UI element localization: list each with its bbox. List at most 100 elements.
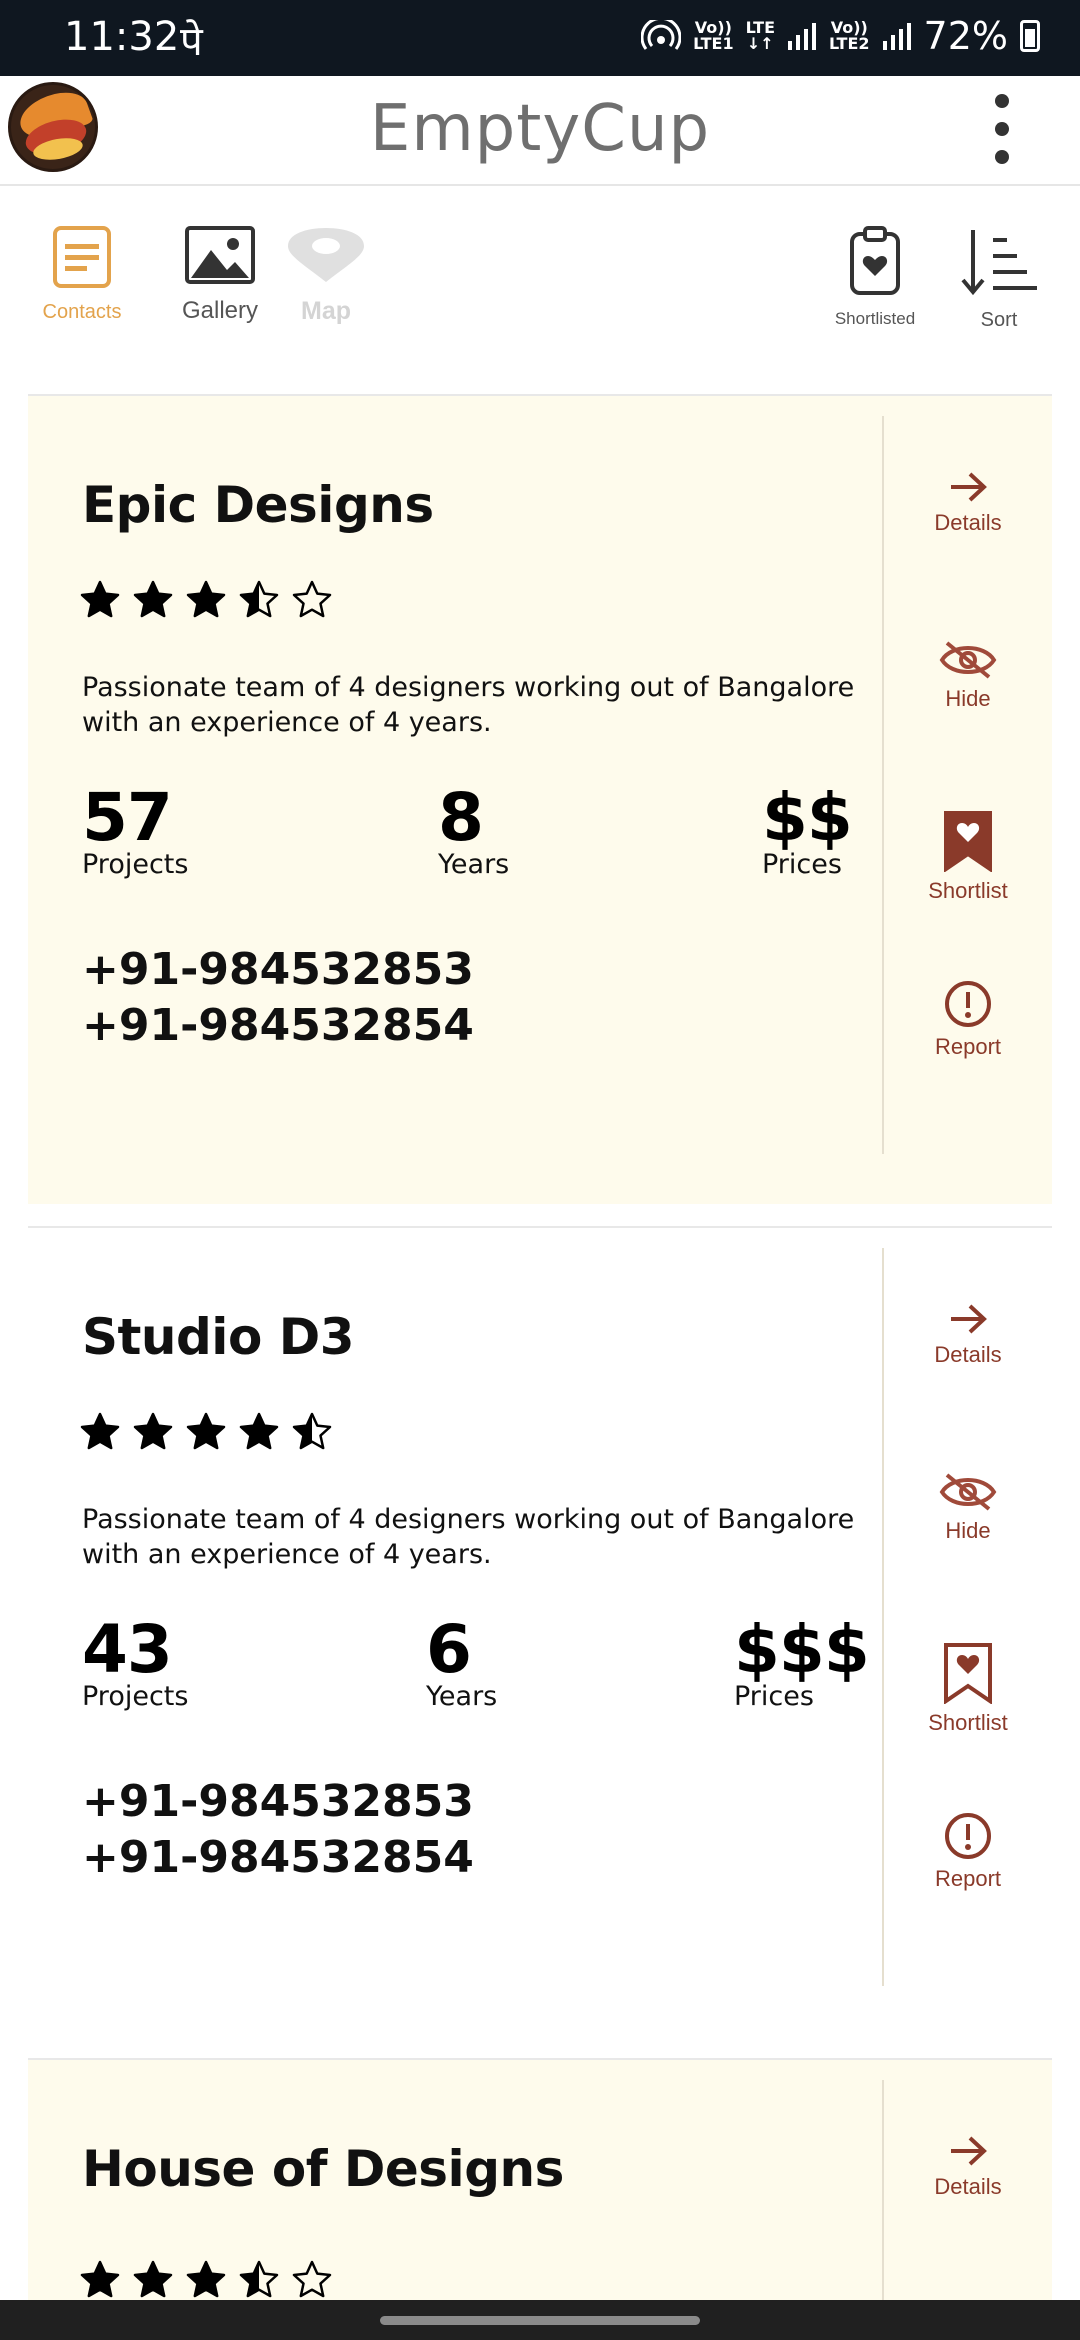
system-nav-bar xyxy=(0,2300,1080,2340)
tab-map[interactable]: Map xyxy=(276,226,376,326)
shortlist-label: Shortlist xyxy=(928,878,1008,903)
years-stat: 6 Years xyxy=(426,1611,498,1712)
sim1-network-label: Vo)) LTE1 xyxy=(693,18,734,53)
sim2-network-label: Vo)) LTE2 xyxy=(829,18,870,53)
rating-stars xyxy=(80,580,332,618)
star-filled-icon xyxy=(186,580,226,618)
tab-shortlisted[interactable]: Shortlisted xyxy=(820,226,930,329)
alert-circle-icon xyxy=(945,981,991,1027)
star-filled-icon xyxy=(80,580,120,618)
eye-off-icon xyxy=(939,1473,997,1511)
view-toolbar: Contacts Gallery Map Shortlisted Sort xyxy=(0,188,1080,394)
tab-contacts-label: Contacts xyxy=(42,301,122,323)
star-filled-icon xyxy=(133,580,173,618)
bookmark-heart-icon xyxy=(944,811,992,872)
eye-off-icon xyxy=(939,641,997,679)
rating-stars xyxy=(80,2260,332,2298)
battery-percent: 72% xyxy=(923,14,1008,58)
home-gesture-handle[interactable] xyxy=(380,2316,700,2325)
tab-map-label: Map xyxy=(301,297,351,325)
app-header: EmptyCup xyxy=(0,76,1080,186)
details-button[interactable]: Details xyxy=(884,1302,1052,1368)
designer-name: House of Designs xyxy=(82,2140,564,2198)
star-filled-icon xyxy=(133,2260,173,2298)
tab-gallery[interactable]: Gallery xyxy=(158,226,282,325)
more-vertical-icon[interactable] xyxy=(990,94,1014,164)
star-half-icon xyxy=(239,2260,279,2298)
status-bar: 11:32 पे Vo)) LTE1 LTE ↓↑ Vo)) LTE2 72% xyxy=(0,0,1080,76)
star-filled-icon xyxy=(186,2260,226,2298)
projects-count: 43 xyxy=(82,1611,173,1688)
phone-number[interactable]: +91-984532854 xyxy=(82,1830,474,1886)
status-notification-glyph: पे xyxy=(180,19,203,65)
star-filled-icon xyxy=(186,1412,226,1450)
prices-stat: $$ Prices xyxy=(762,779,853,880)
star-half-icon xyxy=(292,1412,332,1450)
star-filled-icon xyxy=(133,1412,173,1450)
bookmark-heart-icon xyxy=(944,1643,992,1704)
app-title: EmptyCup xyxy=(369,92,711,166)
alert-circle-icon xyxy=(945,1813,991,1859)
phone-number[interactable]: +91-984532854 xyxy=(82,998,474,1054)
lte-label: LTE ↓↑ xyxy=(745,18,775,53)
projects-label: Projects xyxy=(82,849,189,880)
contacts-icon xyxy=(53,226,111,288)
designer-card: Epic Designs Passionate team of 4 design… xyxy=(28,396,1052,1204)
details-label: Details xyxy=(934,510,1002,535)
details-button[interactable]: Details xyxy=(884,2134,1052,2200)
arrow-right-icon xyxy=(951,2136,987,2166)
shortlist-label: Shortlist xyxy=(928,1710,1008,1735)
hide-button[interactable]: Hide xyxy=(884,1472,1052,1544)
years-count: 6 xyxy=(426,1611,472,1688)
years-label: Years xyxy=(426,1681,498,1712)
gallery-icon xyxy=(185,226,255,284)
prices-stat: $$$ Prices xyxy=(734,1611,870,1712)
phone-numbers: +91-984532853 +91-984532854 xyxy=(82,942,474,1054)
designer-description: Passionate team of 4 designers working o… xyxy=(82,672,855,738)
star-filled-icon xyxy=(239,1412,279,1450)
shortlist-button[interactable]: Shortlist xyxy=(884,1642,1052,1736)
tab-gallery-label: Gallery xyxy=(181,297,259,324)
prices-label: Prices xyxy=(762,849,842,880)
phone-number[interactable]: +91-984532853 xyxy=(82,942,474,998)
details-button[interactable]: Details xyxy=(884,470,1052,536)
prices-level: $$$ xyxy=(734,1611,870,1688)
map-pin-icon xyxy=(288,228,364,282)
designer-card: House of Designs Details xyxy=(28,2060,1052,2300)
designer-name: Epic Designs xyxy=(82,476,434,534)
details-label: Details xyxy=(934,2174,1002,2199)
signal-icon-2 xyxy=(882,23,911,50)
sort-icon xyxy=(961,230,1037,296)
shortlist-button[interactable]: Shortlist xyxy=(884,810,1052,904)
projects-count: 57 xyxy=(82,779,173,856)
star-filled-icon xyxy=(80,1412,120,1450)
years-label: Years xyxy=(438,849,510,880)
designer-description: Passionate team of 4 designers working o… xyxy=(82,1504,855,1570)
tab-contacts[interactable]: Contacts xyxy=(30,226,134,324)
tab-shortlisted-label: Shortlisted xyxy=(834,309,916,328)
report-button[interactable]: Report xyxy=(884,980,1052,1060)
report-label: Report xyxy=(934,1866,1002,1891)
report-button[interactable]: Report xyxy=(884,1812,1052,1892)
hide-label: Hide xyxy=(945,686,991,711)
battery-icon xyxy=(1020,20,1040,52)
report-label: Report xyxy=(934,1034,1002,1059)
projects-stat: 43 Projects xyxy=(82,1611,189,1712)
star-empty-icon xyxy=(292,580,332,618)
projects-label: Projects xyxy=(82,1681,189,1712)
tab-sort-label: Sort xyxy=(980,309,1018,331)
prices-level: $$ xyxy=(762,779,853,856)
clipboard-heart-icon xyxy=(850,226,900,295)
arrow-right-icon xyxy=(951,1304,987,1334)
years-count: 8 xyxy=(438,779,484,856)
hide-button[interactable]: Hide xyxy=(884,640,1052,712)
phone-number[interactable]: +91-984532853 xyxy=(82,1774,474,1830)
star-half-icon xyxy=(239,580,279,618)
hide-label: Hide xyxy=(945,1518,991,1543)
tab-sort[interactable]: Sort xyxy=(946,226,1052,332)
status-time: 11:32 xyxy=(64,14,180,60)
phone-numbers: +91-984532853 +91-984532854 xyxy=(82,1774,474,1886)
projects-stat: 57 Projects xyxy=(82,779,189,880)
details-label: Details xyxy=(934,1342,1002,1367)
star-filled-icon xyxy=(80,2260,120,2298)
